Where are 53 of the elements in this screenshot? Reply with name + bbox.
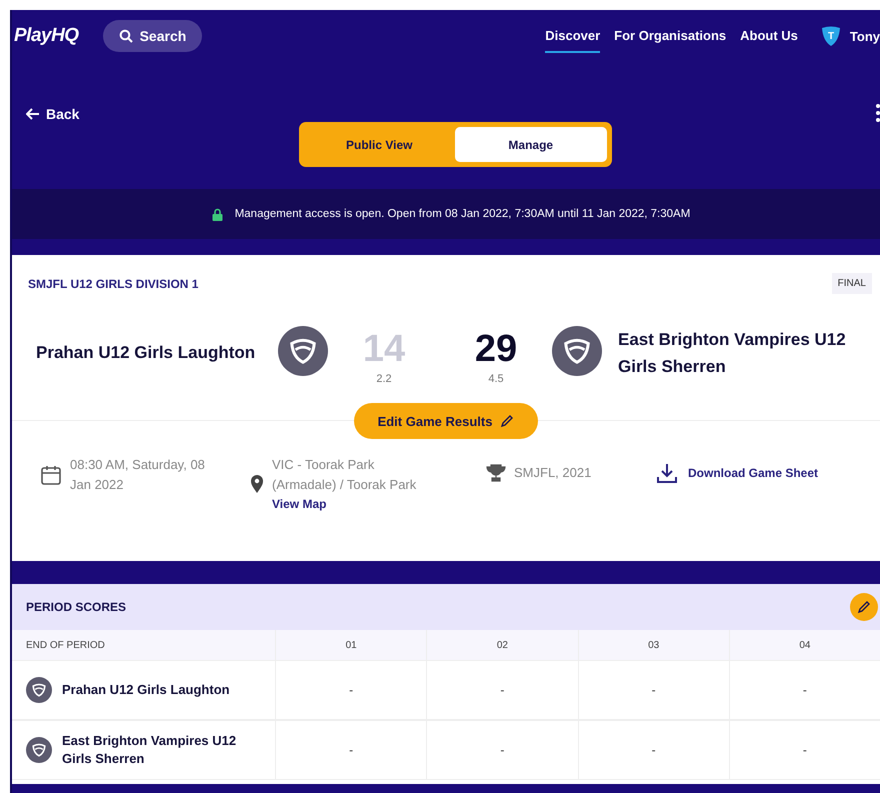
nav-link[interactable]: Discover bbox=[545, 20, 600, 52]
back-button[interactable]: Back bbox=[26, 106, 80, 122]
team-logo-icon bbox=[26, 677, 52, 703]
match-date: 08:30 AM, Saturday, 08 Jan 2022 bbox=[70, 456, 206, 494]
season: SMJFL, 2021 bbox=[514, 464, 592, 482]
lock-icon bbox=[212, 208, 223, 220]
team-logo-icon bbox=[26, 737, 52, 763]
table-cell: - bbox=[426, 660, 578, 720]
team-score: 29 bbox=[474, 329, 518, 369]
view-tab[interactable]: Public View bbox=[304, 127, 455, 162]
column-header: 04 bbox=[728, 630, 880, 660]
trophy-icon bbox=[486, 464, 506, 482]
nav-link[interactable]: About Us bbox=[740, 20, 798, 52]
logo[interactable]: PlayHQ bbox=[14, 25, 79, 47]
nav-link[interactable]: For Organisations bbox=[614, 20, 726, 52]
pencil-icon bbox=[857, 600, 871, 614]
section-title: PERIOD SCORES bbox=[26, 600, 126, 614]
table-cell: - bbox=[275, 660, 426, 720]
table-cell: - bbox=[578, 720, 729, 780]
edit-button[interactable] bbox=[850, 593, 878, 621]
arrow-left-icon bbox=[26, 108, 40, 120]
view-tab[interactable]: Manage bbox=[455, 127, 606, 162]
table-cell: - bbox=[728, 720, 880, 780]
competition-name: SMJFL U12 GIRLS DIVISION 1 bbox=[28, 276, 198, 290]
team-name: Prahan U12 Girls Laughton bbox=[62, 681, 231, 699]
more-icon[interactable] bbox=[876, 104, 880, 122]
access-message: Management access is open. Open from 08 Jan 2022, 7:30AM until 11 Jan 2022, 7:30AM bbox=[234, 208, 690, 220]
location-pin-icon bbox=[250, 474, 264, 494]
edit-results-button[interactable]: Edit Game Results bbox=[354, 403, 538, 439]
column-header: 01 bbox=[275, 630, 426, 660]
search-button[interactable]: Search bbox=[102, 20, 202, 52]
table-cell: - bbox=[275, 720, 426, 780]
user-menu[interactable]: T Tony bbox=[820, 25, 880, 47]
table-cell: - bbox=[578, 660, 729, 720]
team-name: Prahan U12 Girls Laughton bbox=[36, 343, 256, 363]
avatar-icon: T bbox=[820, 25, 842, 47]
score-breakdown: 2.2 bbox=[376, 373, 392, 385]
search-icon bbox=[118, 29, 133, 43]
calendar-icon bbox=[40, 464, 62, 486]
column-header: END OF PERIOD bbox=[12, 630, 275, 660]
score-breakdown: 4.5 bbox=[488, 373, 504, 385]
view-map-link[interactable]: View Map bbox=[272, 495, 442, 513]
team-name: East Brighton Vampires U12 Girls Sherren bbox=[618, 329, 847, 378]
download-icon bbox=[656, 463, 678, 483]
venue: VIC - Toorak Park (Armadale) / Toorak Park bbox=[272, 456, 418, 494]
table-cell: - bbox=[728, 660, 880, 720]
status-badge: FINAL bbox=[832, 273, 872, 294]
table-cell: - bbox=[426, 720, 578, 780]
column-header: 03 bbox=[578, 630, 729, 660]
download-link[interactable]: Download Game Sheet bbox=[656, 463, 818, 483]
team-name: East Brighton Vampires U12 Girls Sherren bbox=[62, 732, 238, 768]
column-header: 02 bbox=[426, 630, 578, 660]
pencil-icon bbox=[500, 414, 514, 428]
